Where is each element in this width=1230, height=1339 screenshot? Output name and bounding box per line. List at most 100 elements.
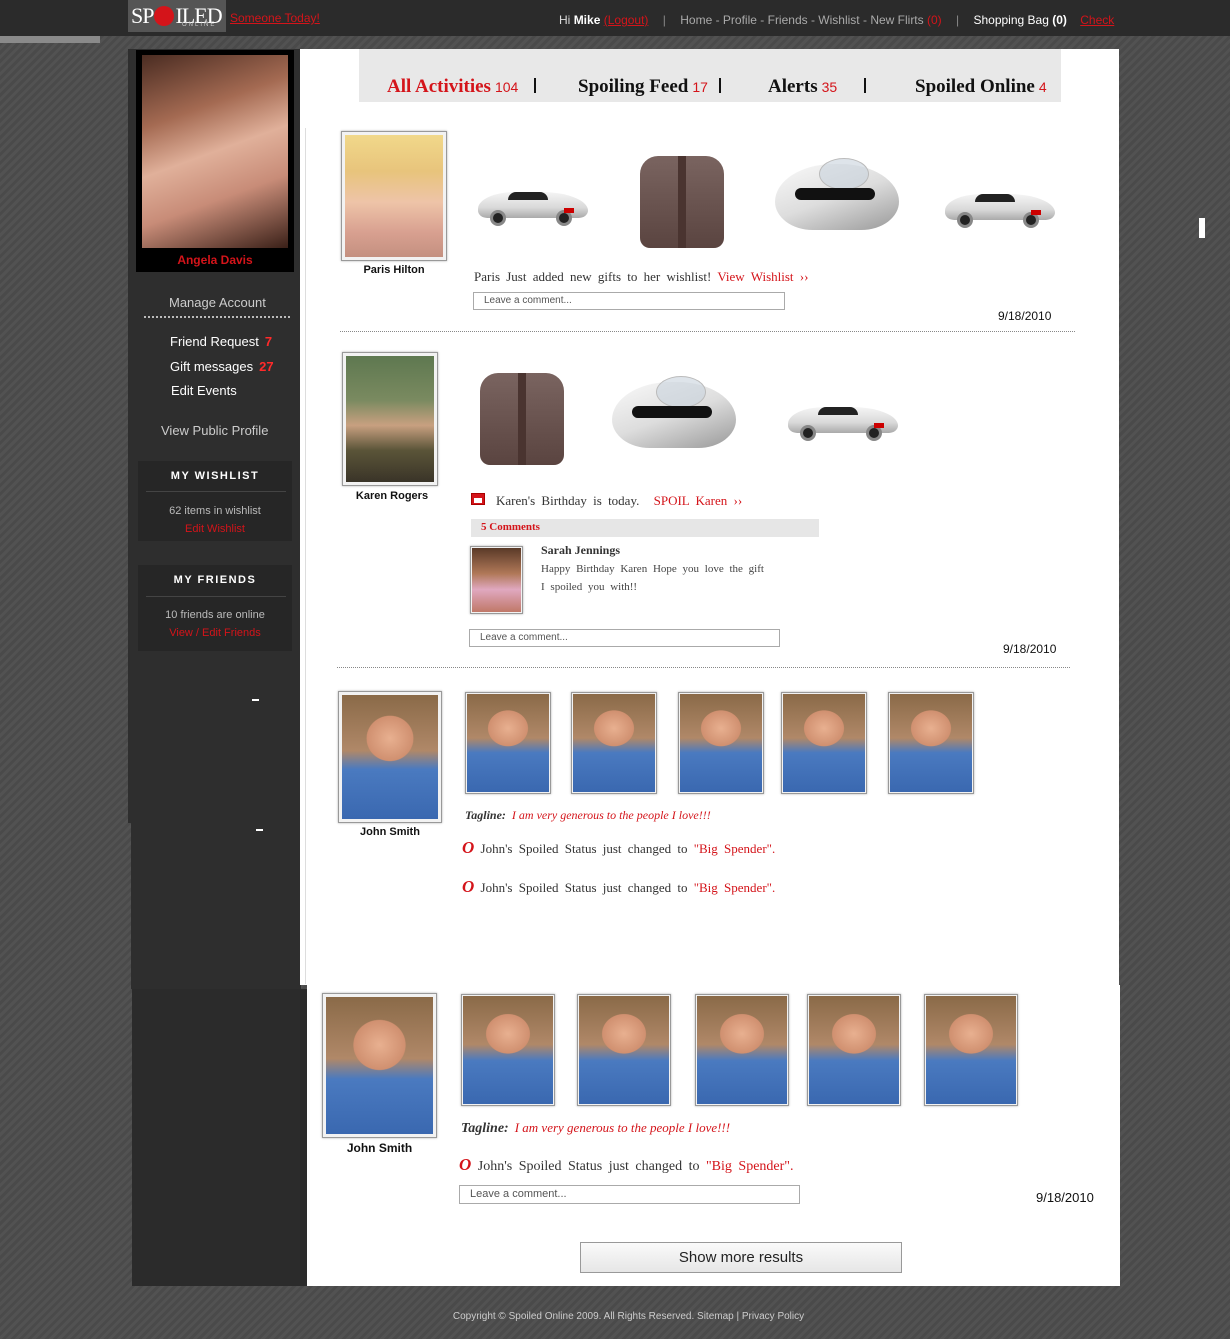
commenter-name[interactable]: Sarah Jennings <box>541 543 620 558</box>
view-wishlist-link[interactable]: View Wishlist <box>717 269 793 284</box>
status-update: O John's Spoiled Status just changed to … <box>462 877 775 897</box>
gift-messages-link[interactable]: Gift messages 27 <box>170 359 274 374</box>
gift-car[interactable] <box>478 178 588 228</box>
sidebar-tick <box>256 829 263 831</box>
feed-user-name[interactable]: Paris Hilton <box>341 264 447 276</box>
wishlist-header: MY WISHLIST <box>170 470 260 482</box>
wishlist-count: 62 items in wishlist <box>169 505 261 517</box>
feed-date: 9/18/2010 <box>1036 1190 1094 1205</box>
photo-image <box>579 996 669 1104</box>
footer-separator: | <box>736 1311 740 1322</box>
nav-new-flirts[interactable]: New Flirts <box>870 13 923 27</box>
bag-count: (0) <box>1052 13 1067 27</box>
friend-photo[interactable] <box>807 994 901 1106</box>
feed-avatar[interactable] <box>338 691 442 823</box>
gift-speaker[interactable] <box>612 376 736 456</box>
gift-speaker[interactable] <box>775 158 899 238</box>
new-flirts-count: (0) <box>927 13 942 27</box>
privacy-policy-link[interactable]: Privacy Policy <box>742 1311 804 1322</box>
tagline-text: I am very generous to the people I love!… <box>511 808 711 822</box>
profile-photo[interactable] <box>142 55 288 248</box>
sidebar-tick <box>252 699 259 701</box>
nav-profile[interactable]: Profile <box>723 13 757 27</box>
view-public-profile-link[interactable]: View Public Profile <box>161 423 268 438</box>
logout-link[interactable]: (Logout) <box>604 13 649 27</box>
tab-spoiled-online[interactable]: Spoiled Online 4 <box>915 76 1047 98</box>
friend-photo[interactable] <box>888 692 974 794</box>
edit-events-link[interactable]: Edit Events <box>171 383 237 398</box>
friend-photo[interactable] <box>577 994 671 1106</box>
sitemap-link[interactable]: Sitemap <box>697 1311 734 1322</box>
friends-divider <box>146 596 286 597</box>
friend-request-link[interactable]: Friend Request 7 <box>170 334 272 349</box>
feed-avatar[interactable] <box>342 352 438 486</box>
friend-photo[interactable] <box>924 994 1018 1106</box>
tab-separator <box>534 78 536 93</box>
feed-avatar[interactable] <box>322 993 437 1138</box>
photo-image <box>890 694 972 792</box>
photo-image <box>680 694 762 792</box>
gift-car[interactable] <box>788 393 898 443</box>
gift-car[interactable] <box>945 180 1055 230</box>
friends-online-count: 10 friends are online <box>165 609 265 621</box>
tab-count: 35 <box>821 79 838 95</box>
comment-input[interactable]: Leave a comment... <box>473 292 785 310</box>
sidebar-bottom <box>132 989 307 1286</box>
tab-spoiling-feed[interactable]: Spoiling Feed 17 <box>578 76 708 98</box>
spoiled-o-icon: O <box>459 1155 472 1174</box>
photo-image <box>697 996 787 1104</box>
friend-photo[interactable] <box>695 994 789 1106</box>
nav-friends[interactable]: Friends <box>768 13 808 27</box>
tab-count: 17 <box>692 79 708 95</box>
photo-image <box>467 694 549 792</box>
sidebar-extension <box>131 823 301 989</box>
comments-count-bar[interactable]: 5 Comments <box>471 519 819 537</box>
photo-image <box>573 694 655 792</box>
copyright-text: Copyright © Spoiled Online 2009. All Rig… <box>452 1311 695 1322</box>
friend-request-count: 7 <box>264 334 273 349</box>
status-value: "Big Spender". <box>693 880 776 895</box>
comment-input[interactable]: Leave a comment... <box>459 1185 800 1204</box>
edit-wishlist-link[interactable]: Edit Wishlist <box>138 523 292 535</box>
friend-photo[interactable] <box>465 692 551 794</box>
commenter-avatar[interactable] <box>470 546 523 614</box>
tab-alerts[interactable]: Alerts 35 <box>768 76 837 98</box>
friend-photo[interactable] <box>571 692 657 794</box>
feed-user-name[interactable]: John Smith <box>322 1141 437 1155</box>
checkout-link[interactable]: Check <box>1080 13 1114 27</box>
top-bar-accent <box>0 36 100 43</box>
tagline-label: Tagline: <box>465 808 506 822</box>
tab-label: All Activities <box>387 76 491 97</box>
friend-photo[interactable] <box>461 994 555 1106</box>
friend-photo[interactable] <box>678 692 764 794</box>
sidebar-divider <box>144 316 290 318</box>
tagline-link[interactable]: Someone Today! <box>230 11 320 25</box>
scrollbar-thumb[interactable] <box>1199 218 1205 238</box>
tab-label: Spoiled Online <box>915 76 1035 97</box>
show-more-button[interactable]: Show more results <box>580 1242 902 1273</box>
view-edit-friends-link[interactable]: View / Edit Friends <box>138 627 292 639</box>
feed-user-name[interactable]: Karen Rogers <box>342 490 442 502</box>
calendar-icon <box>471 493 485 505</box>
gift-jacket[interactable] <box>640 156 724 248</box>
nav-home[interactable]: Home <box>680 13 712 27</box>
feed-user-name[interactable]: John Smith <box>338 826 442 838</box>
tab-label: Spoiling Feed <box>578 76 689 97</box>
feed-message-text: Paris Just added new gifts to her wishli… <box>474 269 712 284</box>
friend-photo[interactable] <box>781 692 867 794</box>
comment-input[interactable]: Leave a comment... <box>469 629 780 647</box>
profile-name[interactable]: Angela Davis <box>136 253 294 267</box>
spoil-link[interactable]: SPOIL Karen <box>654 493 728 508</box>
feed-avatar[interactable] <box>341 131 447 261</box>
shopping-bag-link[interactable]: Shopping Bag <box>973 13 1048 27</box>
photo-image <box>809 996 899 1104</box>
top-nav: Hi Mike (Logout) | Home - Profile - Frie… <box>559 13 1115 27</box>
tab-all-activities[interactable]: All Activities 104 <box>387 76 518 98</box>
tab-separator <box>864 78 866 93</box>
manage-account-link[interactable]: Manage Account <box>169 295 266 310</box>
gift-messages-label: Gift messages <box>170 359 254 374</box>
logo[interactable]: SP ILED ONLINE <box>128 0 226 32</box>
spoiled-o-icon: O <box>462 877 475 896</box>
gift-jacket[interactable] <box>480 373 564 465</box>
nav-wishlist[interactable]: Wishlist <box>818 13 859 27</box>
